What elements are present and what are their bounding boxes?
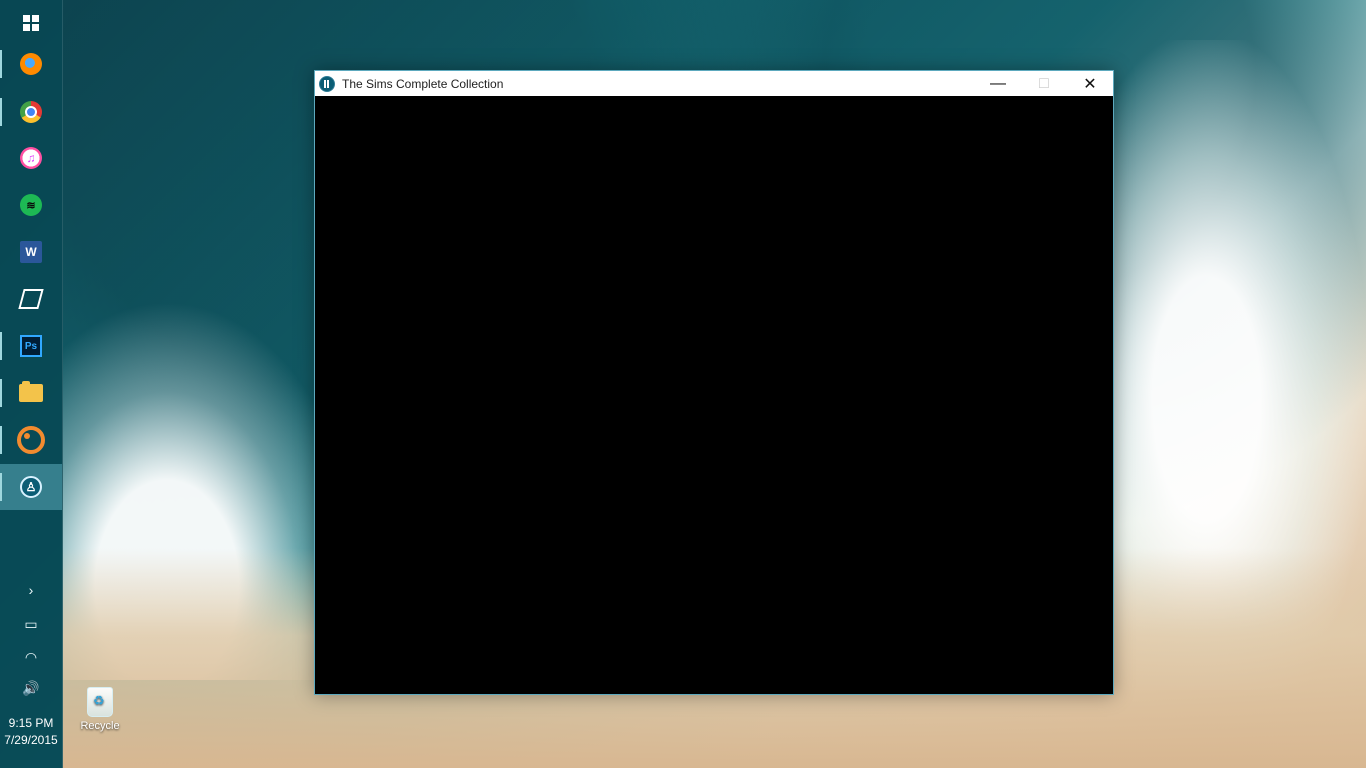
volume-icon: 🔊 [22,679,40,696]
chrome-icon [20,101,42,123]
window-controls: — □ ✕ [975,71,1113,96]
taskbar-clock[interactable]: 9:15 PM 7/29/2015 [0,715,62,749]
chevron-right-icon: › [28,582,34,598]
photoshop-button[interactable]: Ps [0,323,62,369]
game-client-area[interactable] [315,96,1113,694]
spotify-button[interactable]: ≋ [0,182,62,228]
window-titlebar[interactable]: The Sims Complete Collection — □ ✕ [315,71,1113,96]
itunes-icon: ♫ [20,147,42,169]
close-button[interactable]: ✕ [1067,71,1113,96]
stripes-icon [18,289,44,309]
spotify-icon: ≋ [20,194,42,216]
start-button[interactable] [0,0,62,46]
firefox-button[interactable] [0,41,62,87]
chrome-button[interactable] [0,89,62,135]
firefox-icon [20,53,42,75]
sims-button[interactable]: ♙ [0,464,62,510]
battery-icon: ▭ [24,615,38,632]
battery-button[interactable]: ▭ [0,612,62,636]
close-icon: ✕ [1083,75,1097,93]
origin-icon [17,426,45,454]
taskbar: ♫ ≋ W Ps ♙ › ▭ ◠ 🔊 9:15 PM 7/29/2015 [0,0,63,768]
show-hidden-icons-button[interactable]: › [0,578,62,602]
photoshop-icon: Ps [20,335,42,357]
recycle-bin-label: Recycle [80,720,120,732]
sims-window: The Sims Complete Collection — □ ✕ [314,70,1114,695]
minimize-icon: — [990,74,1006,92]
windows-logo-icon [23,15,39,31]
file-explorer-button[interactable] [0,370,62,416]
sims-icon: ♙ [20,476,42,498]
clock-time: 9:15 PM [8,716,54,730]
recycle-bin-icon [87,687,113,717]
recycle-bin-shortcut[interactable]: Recycle [74,687,126,732]
app-button[interactable] [0,276,62,322]
maximize-icon: □ [1039,74,1049,92]
minimize-button[interactable]: — [975,71,1021,96]
wifi-button[interactable]: ◠ [0,645,62,669]
clock-date: 7/29/2015 [4,733,58,747]
origin-button[interactable] [0,417,62,463]
wifi-icon: ◠ [24,648,38,665]
sims-window-icon [319,75,335,92]
itunes-button[interactable]: ♫ [0,135,62,181]
folder-icon [19,381,43,402]
word-icon: W [20,241,42,263]
volume-button[interactable]: 🔊 [0,676,62,700]
maximize-button: □ [1021,71,1067,96]
word-button[interactable]: W [0,229,62,275]
window-title: The Sims Complete Collection [342,76,504,91]
